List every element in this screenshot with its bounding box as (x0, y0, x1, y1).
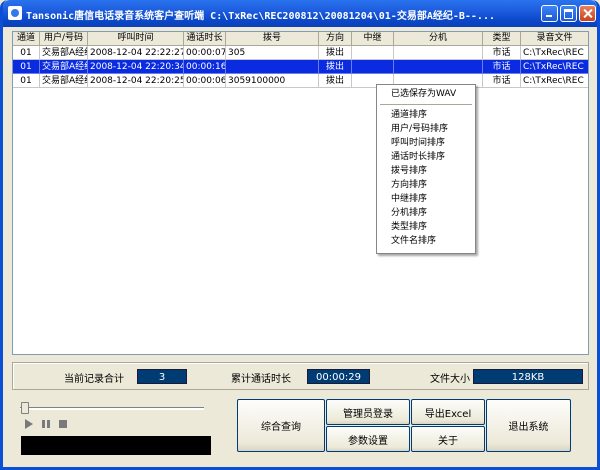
maximize-icon (561, 6, 576, 21)
cell-duration: 00:00:16 (184, 60, 226, 74)
playback-display (21, 436, 211, 455)
slider-thumb[interactable] (21, 402, 29, 414)
cell-call-time: 2008-12-04 22:20:34 (88, 60, 184, 74)
app-icon[interactable] (8, 6, 22, 20)
cell-duration: 00:00:07 (184, 46, 226, 60)
cell-dialed: 3059100000 (226, 74, 319, 88)
window-title: Tansonic唐信电话录音系统客户查听端 C:\TxRec\REC200812… (26, 11, 495, 22)
file-size-label: 文件大小 (430, 374, 470, 385)
menu-item-sort-user[interactable]: 用户/号码排序 (378, 122, 474, 136)
column-header-type[interactable]: 类型 (483, 32, 521, 45)
table-row-selected[interactable]: 01 交易部A经纪 2008-12-04 22:20:34 00:00:16 拨… (13, 60, 588, 74)
cell-extension (394, 60, 483, 74)
column-header-direction[interactable]: 方向 (319, 32, 352, 45)
query-button[interactable]: 综合查询 (237, 399, 325, 452)
column-header-duration[interactable]: 通话时长 (184, 32, 226, 45)
record-count-value: 3 (137, 369, 187, 384)
app-window: Tansonic唐信电话录音系统客户查听端 C:\TxRec\REC200812… (0, 0, 600, 470)
record-count-label: 当前记录合计 (64, 374, 124, 385)
cell-trunk (352, 60, 394, 74)
close-icon (580, 6, 595, 21)
table-header: 通道 用户/号码 呼叫时间 通话时长 拨号 方向 中继 分机 类型 录音文件 (13, 32, 588, 46)
menu-item-save-wav[interactable]: 已选保存为WAV (378, 87, 474, 101)
file-size-value: 128KB (473, 369, 583, 384)
cell-user: 交易部A经纪 (40, 46, 88, 60)
menu-item-sort-extension[interactable]: 分机排序 (378, 206, 474, 220)
play-icon[interactable] (23, 418, 35, 430)
exit-button[interactable]: 退出系统 (486, 399, 571, 452)
record-table[interactable]: 通道 用户/号码 呼叫时间 通话时长 拨号 方向 中继 分机 类型 录音文件 0… (12, 31, 589, 355)
title-bar[interactable]: Tansonic唐信电话录音系统客户查听端 C:\TxRec\REC200812… (3, 0, 597, 27)
cell-trunk (352, 46, 394, 60)
cell-file: C:\TxRec\REC (521, 60, 588, 74)
table-row[interactable]: 01 交易部A经纪 2008-12-04 22:22:27 00:00:07 3… (13, 46, 588, 60)
column-header-user[interactable]: 用户/号码 (40, 32, 88, 45)
menu-item-sort-type[interactable]: 类型排序 (378, 220, 474, 234)
menu-separator (380, 104, 472, 105)
cell-extension (394, 46, 483, 60)
cell-user: 交易部A经纪 (40, 74, 88, 88)
menu-item-sort-direction[interactable]: 方向排序 (378, 178, 474, 192)
cell-channel: 01 (13, 74, 40, 88)
cell-call-time: 2008-12-04 22:20:25 (88, 74, 184, 88)
column-header-trunk[interactable]: 中继 (352, 32, 394, 45)
cell-channel: 01 (13, 60, 40, 74)
export-excel-button[interactable]: 导出Excel (411, 399, 485, 425)
cell-file: C:\TxRec\REC (521, 74, 588, 88)
column-header-extension[interactable]: 分机 (394, 32, 483, 45)
stats-panel: 当前记录合计 3 累计通话时长 00:00:29 文件大小 128KB (12, 362, 589, 390)
column-header-dialed[interactable]: 拨号 (226, 32, 319, 45)
cell-type: 市话 (483, 74, 521, 88)
admin-login-button[interactable]: 管理员登录 (326, 399, 410, 425)
cell-direction: 拨出 (319, 46, 352, 60)
settings-button[interactable]: 参数设置 (326, 426, 410, 452)
menu-item-sort-filename[interactable]: 文件名排序 (378, 234, 474, 248)
cell-dialed (226, 60, 319, 74)
menu-item-sort-trunk[interactable]: 中继排序 (378, 192, 474, 206)
stop-icon[interactable] (57, 418, 69, 430)
menu-item-sort-duration[interactable]: 通话时长排序 (378, 150, 474, 164)
audio-player (12, 396, 216, 460)
cell-call-time: 2008-12-04 22:22:27 (88, 46, 184, 60)
cell-duration: 00:00:06 (184, 74, 226, 88)
cell-type: 市话 (483, 46, 521, 60)
cell-type: 市话 (483, 60, 521, 74)
minimize-icon (542, 6, 557, 21)
playback-slider[interactable] (20, 407, 204, 410)
cell-file: C:\TxRec\REC (521, 46, 588, 60)
cell-dialed: 305 (226, 46, 319, 60)
context-menu: 已选保存为WAV 通道排序 用户/号码排序 呼叫时间排序 通话时长排序 拨号排序… (376, 84, 476, 254)
column-header-channel[interactable]: 通道 (13, 32, 40, 45)
menu-item-sort-call-time[interactable]: 呼叫时间排序 (378, 136, 474, 150)
cell-user: 交易部A经纪 (40, 60, 88, 74)
pause-icon[interactable] (40, 418, 52, 430)
column-header-file[interactable]: 录音文件 (521, 32, 588, 45)
cell-direction: 拨出 (319, 74, 352, 88)
total-duration-label: 累计通话时长 (231, 374, 291, 385)
column-header-call-time[interactable]: 呼叫时间 (88, 32, 184, 45)
total-duration-value: 00:00:29 (307, 369, 370, 384)
menu-item-sort-channel[interactable]: 通道排序 (378, 108, 474, 122)
about-button[interactable]: 关于 (411, 426, 485, 452)
table-row[interactable]: 01 交易部A经纪 2008-12-04 22:20:25 00:00:06 3… (13, 74, 588, 88)
minimize-button[interactable] (541, 5, 558, 22)
maximize-button[interactable] (560, 5, 577, 22)
close-button[interactable] (579, 5, 596, 22)
cell-channel: 01 (13, 46, 40, 60)
cell-direction: 拨出 (319, 60, 352, 74)
menu-item-sort-dialed[interactable]: 拨号排序 (378, 164, 474, 178)
